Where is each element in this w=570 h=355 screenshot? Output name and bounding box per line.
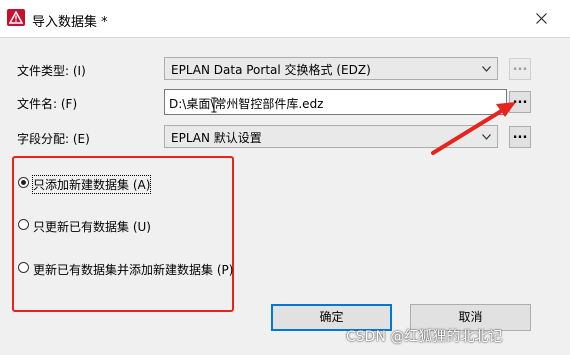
close-icon[interactable] [526,7,556,31]
radio-button-checked[interactable] [18,177,29,188]
radio-button[interactable] [18,219,29,230]
file-type-dropdown[interactable]: EPLAN Data Portal 交换格式 (EDZ) [164,57,498,80]
radio-dot [21,180,26,185]
option-label: 只添加新建数据集 (A) [31,175,152,194]
option-label: 更新已有数据集并添加新建数据集 (P) [33,263,234,277]
window-title: 导入数据集 * [32,15,108,30]
field-assign-dropdown[interactable]: EPLAN 默认设置 [164,125,498,148]
file-type-more-button[interactable]: ... [509,58,531,80]
radio-button[interactable] [18,262,29,273]
eplan-warning-logo-icon [7,9,25,26]
chevron-down-icon [482,134,491,140]
browse-button[interactable]: ... [509,91,531,113]
field-assign-label: 字段分配: (E) [17,132,90,146]
file-type-value: EPLAN Data Portal 交换格式 (EDZ) [171,63,371,77]
file-type-label: 文件类型: (I) [17,64,86,78]
text-cursor-icon [211,97,217,113]
file-name-label: 文件名: (F) [17,97,78,111]
option-label: 只更新已有数据集 (U) [33,220,151,234]
field-assign-more-button[interactable]: ... [509,126,531,148]
chevron-down-icon [482,66,491,72]
file-name-value: D:\桌面\常州智控部件库.edz [169,97,324,111]
field-assign-value: EPLAN 默认设置 [171,131,262,145]
title-bar: 导入数据集 * [0,0,570,38]
watermark-text: CSDN @红狐狸的北北记 [346,329,503,345]
